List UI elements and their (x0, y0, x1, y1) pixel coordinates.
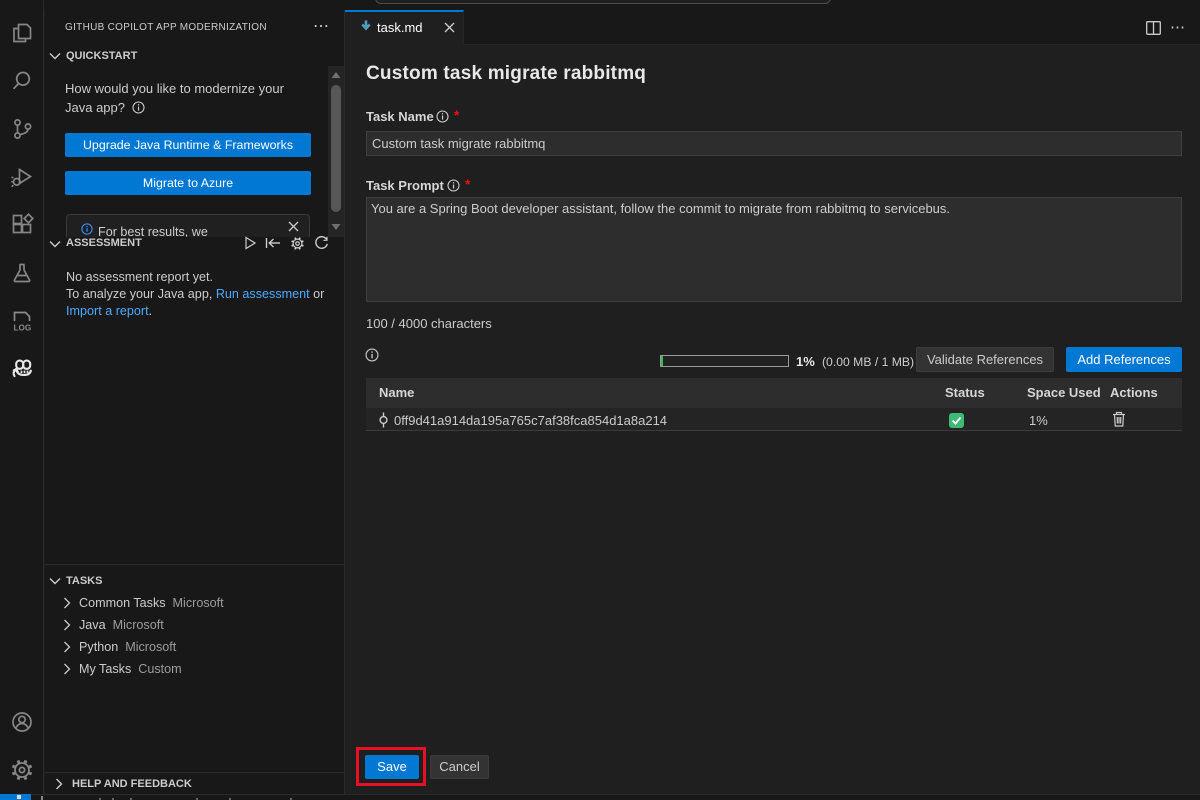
svg-text:LOG: LOG (14, 324, 32, 333)
